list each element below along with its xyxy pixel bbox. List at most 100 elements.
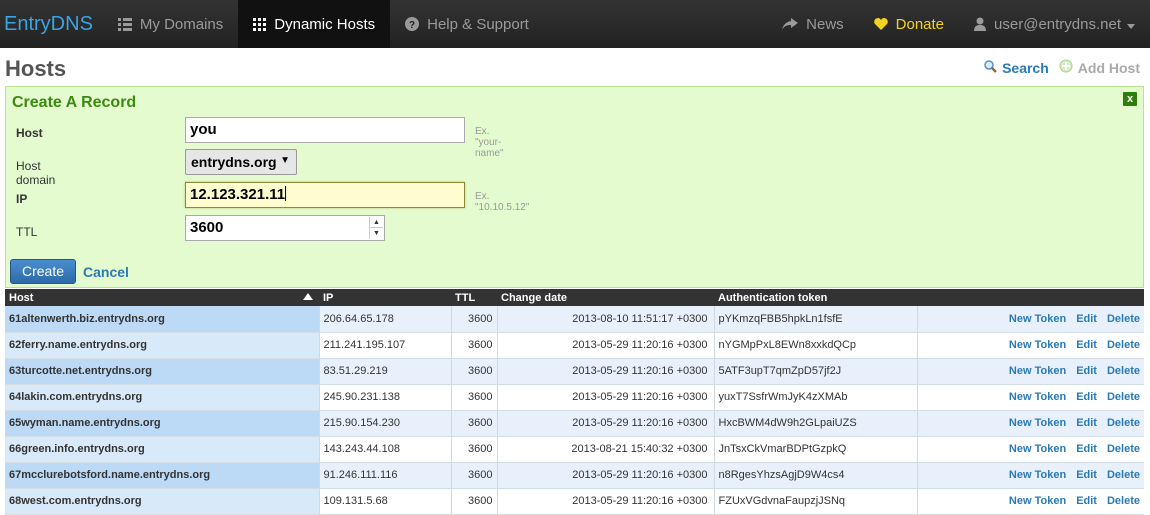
- cell-ip: 143.243.44.108: [319, 436, 452, 463]
- hosts-table: Host IP TTL Change date Authentication t…: [5, 289, 1144, 515]
- cell-ip: 215.90.154.230: [319, 410, 452, 437]
- cell-ip: 83.51.29.219: [319, 358, 452, 385]
- delete-link[interactable]: Delete: [1107, 495, 1140, 507]
- edit-link[interactable]: Edit: [1076, 443, 1097, 455]
- cell-auth-token: JnTsxCkVmarBDPtGzpkQ: [714, 436, 918, 463]
- col-header-host-label: Host: [9, 291, 34, 304]
- magnifier-icon: [984, 59, 997, 76]
- edit-link[interactable]: Edit: [1076, 391, 1097, 403]
- cell-host: 65wyman.name.entrydns.org: [5, 410, 320, 437]
- delete-link[interactable]: Delete: [1107, 417, 1140, 429]
- new-token-link[interactable]: New Token: [1009, 365, 1066, 377]
- cell-ttl: 3600: [451, 332, 498, 359]
- new-token-link[interactable]: New Token: [1009, 313, 1066, 325]
- table-header: Host IP TTL Change date Authentication t…: [5, 289, 1144, 306]
- cell-ip: 109.131.5.68: [319, 488, 452, 515]
- cell-host: 67mcclurebotsford.name.entrydns.org: [5, 462, 320, 489]
- delete-link[interactable]: Delete: [1107, 339, 1140, 351]
- cancel-link[interactable]: Cancel: [83, 264, 129, 280]
- question-circle-icon: ?: [405, 17, 420, 31]
- cell-actions: New Token Edit Delete: [917, 306, 1144, 333]
- col-header-host[interactable]: Host: [5, 289, 319, 306]
- cell-change-date: 2013-05-29 11:20:16 +0300: [497, 410, 715, 437]
- nav-help-support[interactable]: ? Help & Support: [390, 0, 544, 48]
- edit-link[interactable]: Edit: [1076, 469, 1097, 481]
- edit-link[interactable]: Edit: [1076, 495, 1097, 507]
- edit-link[interactable]: Edit: [1076, 339, 1097, 351]
- table-row: 67mcclurebotsford.name.entrydns.org 91.24…: [5, 462, 1144, 489]
- delete-link[interactable]: Delete: [1107, 443, 1140, 455]
- table-row: 63turcotte.net.entrydns.org 83.51.29.219 3…: [5, 358, 1144, 385]
- cell-auth-token: yuxT7SsfrWmJyK4zXMAb: [714, 384, 918, 411]
- spin-down-icon[interactable]: ▼: [370, 228, 383, 239]
- nav-news[interactable]: News: [767, 0, 859, 48]
- col-header-change-date[interactable]: Change date: [497, 289, 714, 306]
- nav-user-menu[interactable]: user@entrydns.net: [959, 0, 1150, 48]
- close-form-button[interactable]: x: [1123, 92, 1137, 106]
- delete-link[interactable]: Delete: [1107, 391, 1140, 403]
- new-token-link[interactable]: New Token: [1009, 443, 1066, 455]
- form-title: Create A Record: [12, 94, 137, 111]
- search-link[interactable]: Search: [984, 59, 1049, 76]
- grid-icon: [253, 17, 267, 31]
- cell-actions: New Token Edit Delete: [917, 358, 1144, 385]
- col-header-auth-token[interactable]: Authentication token: [714, 289, 917, 306]
- delete-link[interactable]: Delete: [1107, 313, 1140, 325]
- nav-user-label: user@entrydns.net: [994, 15, 1121, 33]
- host-domain-select[interactable]: entrydns.org ▼: [185, 149, 297, 175]
- nav-help-support-label: Help & Support: [427, 15, 529, 33]
- grid-list-icon: [117, 17, 132, 31]
- ip-hint: Ex. "10.10.5.12": [475, 191, 530, 213]
- cell-auth-token: FZUxVGdvnaFaupzjJSNq: [714, 488, 918, 515]
- new-token-link[interactable]: New Token: [1009, 339, 1066, 351]
- new-token-link[interactable]: New Token: [1009, 391, 1066, 403]
- host-input[interactable]: you: [185, 117, 465, 143]
- cell-ttl: 3600: [451, 306, 498, 333]
- cell-host: 68west.com.entrydns.org: [5, 488, 320, 515]
- nav-dynamic-hosts[interactable]: Dynamic Hosts: [238, 0, 391, 48]
- cell-ttl: 3600: [451, 384, 498, 411]
- cell-change-date: 2013-08-21 15:40:32 +0300: [497, 436, 715, 463]
- host-domain-value: entrydns.org: [191, 154, 277, 170]
- table-row: 64lakin.com.entrydns.org 245.90.231.138 36…: [5, 384, 1144, 411]
- cell-change-date: 2013-05-29 11:20:16 +0300: [497, 332, 715, 359]
- cell-host: 62ferry.name.entrydns.org: [5, 332, 320, 359]
- cell-change-date: 2013-05-29 11:20:16 +0300: [497, 358, 715, 385]
- edit-link[interactable]: Edit: [1076, 417, 1097, 429]
- col-header-ip[interactable]: IP: [319, 289, 451, 306]
- col-header-ttl[interactable]: TTL: [451, 289, 497, 306]
- brand-logo[interactable]: EntryDNS: [0, 0, 103, 48]
- edit-link[interactable]: Edit: [1076, 365, 1097, 377]
- delete-link[interactable]: Delete: [1107, 365, 1140, 377]
- host-label: Host: [16, 126, 43, 140]
- ttl-input[interactable]: 3600 ▲ ▼: [185, 215, 385, 241]
- cell-actions: New Token Edit Delete: [917, 488, 1144, 515]
- ip-input[interactable]: 12.123.321.11: [185, 182, 465, 208]
- cell-actions: New Token Edit Delete: [917, 410, 1144, 437]
- new-token-link[interactable]: New Token: [1009, 469, 1066, 481]
- add-host-link[interactable]: Add Host: [1059, 59, 1140, 76]
- cell-auth-token: n8RgesYhzsAgjD9W4cs4: [714, 462, 918, 489]
- top-navbar: EntryDNS My Domains Dynamic Hosts ? Help…: [0, 0, 1150, 48]
- nav-my-domains[interactable]: My Domains: [103, 0, 238, 48]
- dropdown-arrow-icon: ▼: [280, 155, 290, 166]
- cell-change-date: 2013-05-29 11:20:16 +0300: [497, 488, 715, 515]
- table-body: 61altenwerth.biz.entrydns.org 206.64.65.1…: [5, 306, 1144, 515]
- add-circle-icon: [1059, 59, 1073, 76]
- cell-actions: New Token Edit Delete: [917, 462, 1144, 489]
- new-token-link[interactable]: New Token: [1009, 417, 1066, 429]
- cell-auth-token: nYGMpPxL8EWn8xxkdQCp: [714, 332, 918, 359]
- cell-ttl: 3600: [451, 410, 498, 437]
- cell-auth-token: 5ATF3upT7qmZpD57jf2J: [714, 358, 918, 385]
- nav-donate[interactable]: Donate: [859, 0, 959, 48]
- table-row: 61altenwerth.biz.entrydns.org 206.64.65.1…: [5, 306, 1144, 333]
- page-actions: Search Add Host: [984, 59, 1140, 76]
- delete-link[interactable]: Delete: [1107, 469, 1140, 481]
- spin-up-icon[interactable]: ▲: [370, 217, 383, 228]
- create-record-form: Create A Record x Host you Ex. "your-nam…: [5, 86, 1144, 288]
- new-token-link[interactable]: New Token: [1009, 495, 1066, 507]
- create-button[interactable]: Create: [10, 259, 76, 284]
- cell-host: 66green.info.entrydns.org: [5, 436, 320, 463]
- cell-actions: New Token Edit Delete: [917, 332, 1144, 359]
- edit-link[interactable]: Edit: [1076, 313, 1097, 325]
